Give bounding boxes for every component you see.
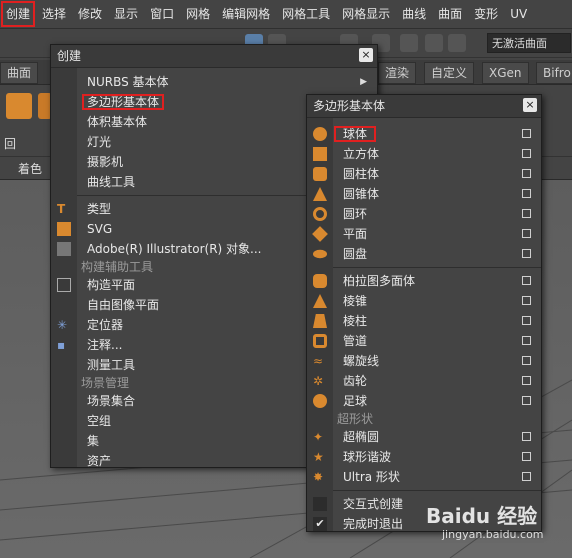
option-box-icon (522, 376, 531, 385)
option-box-icon (522, 336, 531, 345)
option-box-icon (522, 249, 531, 258)
create-menu-title: 创建 × (51, 45, 377, 68)
cylinder-icon (313, 167, 327, 181)
menu-mesh[interactable]: 网格 (180, 0, 216, 28)
annotation-icon: ▪ (57, 338, 66, 352)
option-box-icon (522, 356, 531, 365)
main-menubar: 创建 选择 修改 显示 窗口 网格 编辑网格 网格工具 网格显示 曲线 曲面 变… (0, 0, 572, 29)
option-box-icon (522, 472, 531, 481)
pipe-icon (313, 334, 327, 348)
menu-display[interactable]: 显示 (108, 0, 144, 28)
menu-item-sphere[interactable]: 球体 (307, 124, 541, 144)
menu-create[interactable]: 创建 (0, 0, 36, 28)
option-box-icon (522, 432, 531, 441)
option-box-icon (522, 396, 531, 405)
shelf-tab-rendering[interactable]: 渲染 (378, 62, 417, 84)
plane-icon (312, 226, 328, 242)
svg-icon (57, 222, 71, 236)
checkbox-icon (313, 497, 327, 511)
option-box-icon (522, 316, 531, 325)
poly-menu-title: 多边形基本体 × (307, 95, 541, 118)
option-box-icon (522, 276, 531, 285)
menu-item-spherical-harmonics[interactable]: ★ 球形谐波 (307, 447, 541, 467)
menu-item-disc[interactable]: 圆盘 (307, 244, 541, 264)
menu-item-soccer-ball[interactable]: 足球 (307, 391, 541, 411)
torus-icon (313, 207, 327, 221)
platonic-icon (313, 274, 327, 288)
shading-menu[interactable]: 着色 (18, 160, 42, 177)
menu-edit-mesh[interactable]: 编辑网格 (216, 0, 276, 28)
menu-uv[interactable]: UV (504, 0, 533, 28)
type-icon: T (57, 202, 66, 216)
menu-modify[interactable]: 修改 (72, 0, 108, 28)
shelf-tab-xgen[interactable]: XGen (482, 62, 529, 84)
menu-item-super-ellipse[interactable]: ✦ 超椭圆 (307, 427, 541, 447)
menu-item-platonic-solids[interactable]: 柏拉图多面体 (307, 271, 541, 291)
spherical-harmonics-icon: ★ (313, 450, 324, 464)
section-superShapes: 超形状 (337, 412, 374, 426)
close-icon[interactable]: × (359, 48, 373, 62)
menu-item-prism[interactable]: 棱柱 (307, 311, 541, 331)
pyramid-icon (313, 294, 327, 308)
menu-item-cube[interactable]: 立方体 (307, 144, 541, 164)
row3-label: 回 (4, 137, 17, 151)
shelf-tab-surfaces[interactable]: 曲面 (0, 62, 39, 84)
menu-item-torus[interactable]: 圆环 (307, 204, 541, 224)
option-box-icon (522, 452, 531, 461)
menu-item-gear[interactable]: ✲ 齿轮 (307, 371, 541, 391)
menu-item-pipe[interactable]: 管道 (307, 331, 541, 351)
illustrator-icon (57, 242, 71, 256)
polygon-primitives-menu: 多边形基本体 × 球体 立方体 圆柱体 圆锥体 圆环 平面 圆盘 柏拉图多面体 … (306, 94, 542, 532)
option-box-icon (522, 189, 531, 198)
menu-item-plane[interactable]: 平面 (307, 224, 541, 244)
menu-curves[interactable]: 曲线 (396, 0, 432, 28)
soccer-ball-icon (313, 394, 327, 408)
prism-icon (313, 314, 327, 328)
menu-item-pyramid[interactable]: 棱锥 (307, 291, 541, 311)
symmetry-icon[interactable] (448, 34, 466, 52)
menu-deform[interactable]: 变形 (468, 0, 504, 28)
menu-item-cylinder[interactable]: 圆柱体 (307, 164, 541, 184)
menu-item-nurbs-primitives[interactable]: NURBS 基本体 ▶ (51, 72, 377, 92)
locator-icon: ✳ (57, 318, 68, 332)
watermark-logo: Baidu 经验 (426, 504, 538, 528)
cube-icon (313, 147, 327, 161)
gear-icon: ✲ (313, 374, 324, 388)
live-surface-icon[interactable] (425, 34, 443, 52)
plane-icon (57, 278, 71, 292)
menu-item-cone[interactable]: 圆锥体 (307, 184, 541, 204)
sphere-icon (313, 127, 327, 141)
cone-icon (313, 187, 327, 201)
shelf-tab-custom[interactable]: 自定义 (424, 62, 475, 84)
menu-surfaces[interactable]: 曲面 (432, 0, 468, 28)
menu-select[interactable]: 选择 (36, 0, 72, 28)
menu-window[interactable]: 窗口 (144, 0, 180, 28)
menu-item-helix[interactable]: ≈ 螺旋线 (307, 351, 541, 371)
option-box-icon (522, 129, 531, 138)
menu-item-ultra-shape[interactable]: ✸ Ultra 形状 (307, 467, 541, 487)
helix-icon: ≈ (313, 354, 324, 368)
disc-icon (313, 249, 327, 259)
menu-mesh-tools[interactable]: 网格工具 (276, 0, 336, 28)
checkmark-icon: ✔ (313, 517, 327, 531)
option-box-icon (522, 149, 531, 158)
watermark-url: jingyan.baidu.com (442, 528, 544, 541)
option-box-icon (522, 296, 531, 305)
option-box-icon (522, 229, 531, 238)
ultra-shape-icon: ✸ (313, 470, 324, 484)
shelf-tab-bifrost[interactable]: Bifro (536, 62, 572, 84)
magnet-icon[interactable] (400, 34, 418, 52)
poly-cube-shelf-icon[interactable] (6, 93, 32, 119)
live-object-dropdown[interactable]: 无激活曲面 (487, 33, 571, 53)
close-icon[interactable]: × (523, 98, 537, 112)
option-box-icon (522, 209, 531, 218)
menu-mesh-display[interactable]: 网格显示 (336, 0, 396, 28)
super-ellipse-icon: ✦ (313, 430, 324, 444)
option-box-icon (522, 169, 531, 178)
